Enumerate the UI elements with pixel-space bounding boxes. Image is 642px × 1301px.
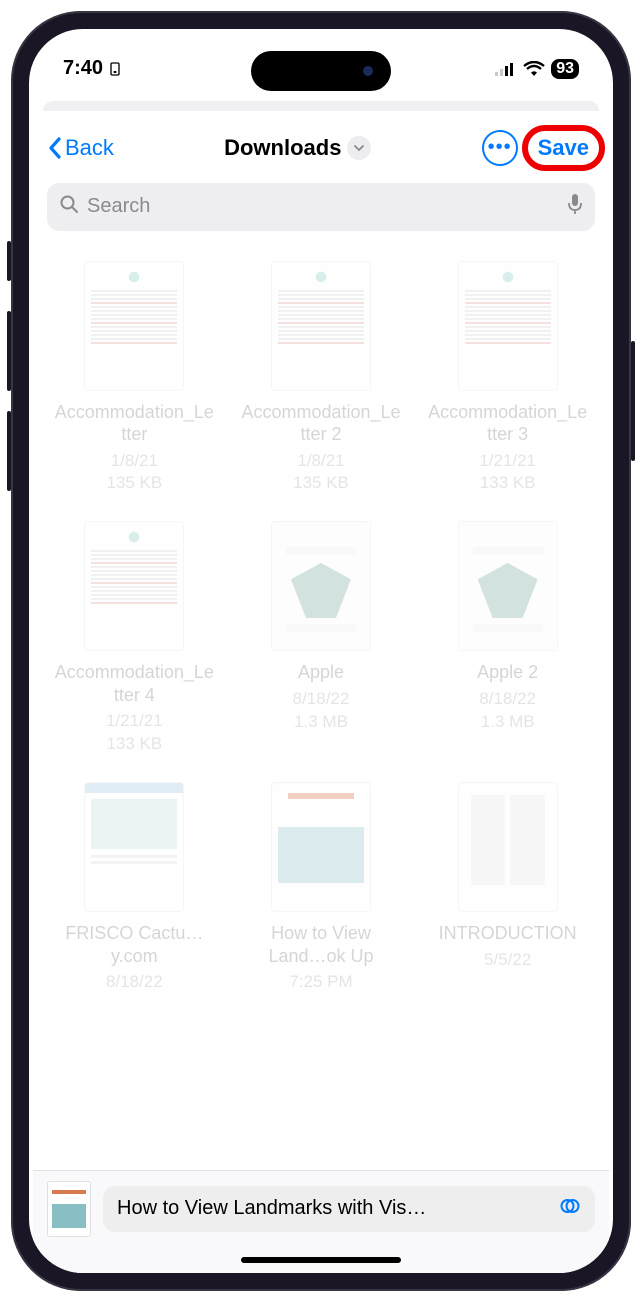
file-item[interactable]: Apple 2 8/18/221.3 MB: [418, 521, 597, 756]
file-name: Apple: [298, 661, 344, 684]
file-name: Accommodation_Letter: [54, 401, 214, 446]
home-indicator[interactable]: [241, 1257, 401, 1263]
dynamic-island: [251, 51, 391, 91]
volume-down-button: [7, 411, 11, 491]
back-button[interactable]: Back: [47, 135, 114, 161]
back-label: Back: [65, 135, 114, 161]
nav-bar: Back Downloads ••• Save: [33, 111, 609, 177]
ellipsis-icon: •••: [488, 136, 512, 159]
file-name: Accommodation_Letter 3: [428, 401, 588, 446]
file-item[interactable]: Apple 8/18/221.3 MB: [232, 521, 411, 756]
more-options-button[interactable]: •••: [482, 130, 518, 166]
save-button[interactable]: Save: [532, 129, 595, 167]
dictation-icon[interactable]: [567, 193, 583, 220]
volume-up-button: [7, 311, 11, 391]
file-name: How to View Land…ok Up: [241, 922, 401, 967]
silent-switch: [7, 241, 11, 281]
file-name: Accommodation_Letter 4: [54, 661, 214, 706]
file-name: FRISCO Cactu…y.com: [54, 922, 214, 967]
cellular-signal-icon: [495, 62, 517, 76]
folder-title-button[interactable]: Downloads: [120, 135, 476, 161]
status-time: 7:40: [63, 57, 103, 80]
files-grid-dimmed-overlay: Accommodation_Letter1/8/21135 KBAccommod…: [33, 243, 609, 1115]
file-item[interactable]: FRISCO Cactu…y.com 8/18/22: [45, 782, 224, 994]
file-meta: 7:25 PM: [289, 971, 352, 994]
file-item[interactable]: Accommodation_Letter 21/8/21135 KB: [232, 261, 411, 496]
file-name: Apple 2: [477, 661, 538, 684]
file-meta: 1/21/21133 KB: [479, 450, 536, 496]
file-name: INTRODUCTION: [439, 922, 577, 945]
chevron-down-icon: [347, 136, 371, 160]
file-meta: 5/5/22: [484, 949, 531, 972]
file-meta: 1/21/21133 KB: [106, 710, 163, 756]
search-input[interactable]: [87, 195, 559, 218]
battery-percent: 93: [556, 60, 574, 78]
file-name: Accommodation_Letter 2: [241, 401, 401, 446]
file-item[interactable]: Accommodation_Letter 31/21/21133 KB: [418, 261, 597, 496]
power-button: [631, 341, 635, 461]
chevron-left-icon: [47, 136, 63, 160]
file-meta: 1/8/21135 KB: [106, 450, 162, 496]
file-item[interactable]: Accommodation_Letter 41/21/21133 KB: [45, 521, 224, 756]
phone-frame: 7:40 93: [11, 11, 631, 1291]
search-icon: [59, 194, 79, 219]
file-item[interactable]: INTRODUCTION 5/5/22: [418, 782, 597, 994]
current-file-name: How to View Landmarks with Vis…: [117, 1197, 549, 1220]
file-meta: 8/18/22: [106, 971, 163, 994]
save-label: Save: [538, 135, 589, 160]
wifi-icon: [523, 61, 545, 77]
phone-screen: 7:40 93: [29, 29, 613, 1273]
current-file-name-button[interactable]: How to View Landmarks with Vis…: [103, 1186, 595, 1232]
folder-title: Downloads: [224, 135, 341, 161]
file-item[interactable]: How to View Land…ok Up 7:25 PM: [232, 782, 411, 994]
file-meta: 8/18/221.3 MB: [293, 688, 350, 734]
orientation-lock-icon: [107, 61, 123, 77]
current-file-thumbnail: [47, 1181, 91, 1237]
file-item[interactable]: Accommodation_Letter1/8/21135 KB: [45, 261, 224, 496]
search-field[interactable]: [47, 183, 595, 231]
files-grid: Accommodation_Letter1/8/21135 KBAccommod…: [33, 243, 609, 1115]
save-sheet: Back Downloads ••• Save: [33, 111, 609, 1273]
file-meta: 8/18/221.3 MB: [479, 688, 536, 734]
background-sheet-edge: [43, 101, 599, 111]
battery-indicator: 93: [551, 59, 579, 79]
file-meta: 1/8/21135 KB: [293, 450, 349, 496]
loading-icon: [559, 1195, 581, 1223]
